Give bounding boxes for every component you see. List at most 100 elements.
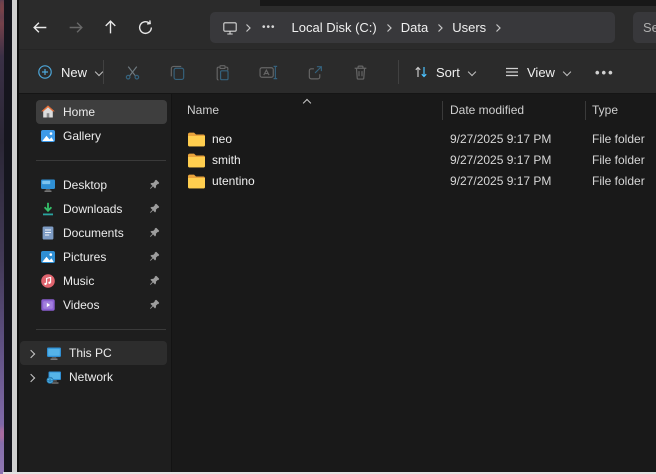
sort-button-label: Sort — [436, 65, 460, 80]
sidebar-item-documents[interactable]: Documents — [36, 221, 167, 245]
gallery-icon — [40, 128, 56, 144]
file-row-neo[interactable]: neo 9/27/2025 9:17 PM File folder — [172, 129, 656, 150]
sidebar-item-label: Desktop — [63, 178, 107, 192]
folder-icon — [188, 174, 205, 189]
pin-icon — [148, 227, 160, 239]
chevron-right-icon[interactable] — [27, 373, 36, 382]
column-header-type[interactable]: Type — [592, 103, 618, 117]
toolbar-divider — [103, 60, 104, 84]
sidebar-item-label: Gallery — [63, 129, 101, 143]
home-icon — [40, 104, 56, 120]
up-button[interactable] — [93, 11, 128, 43]
paste-button[interactable] — [206, 56, 238, 88]
sidebar-item-label: Music — [63, 274, 94, 288]
sidebar-item-label: Downloads — [63, 202, 122, 216]
breadcrumb-item-data[interactable]: Data — [399, 20, 430, 35]
sidebar-item-label: Documents — [63, 226, 124, 240]
search-input[interactable] — [643, 20, 656, 35]
refresh-button[interactable] — [128, 11, 163, 43]
back-arrow-icon — [32, 19, 49, 36]
new-button[interactable]: New — [27, 56, 113, 88]
file-type: File folder — [592, 153, 645, 167]
documents-icon — [40, 225, 56, 241]
toolbar-divider — [398, 60, 399, 84]
sidebar-item-desktop[interactable]: Desktop — [36, 173, 167, 197]
file-explorer-window: ••• Local Disk (C:) Data Users New — [0, 0, 656, 474]
chevron-down-icon — [562, 68, 571, 77]
file-type: File folder — [592, 174, 645, 188]
view-button-label: View — [527, 65, 555, 80]
sort-button[interactable]: Sort — [405, 56, 484, 88]
forward-button[interactable] — [58, 11, 93, 43]
folder-icon — [188, 132, 205, 147]
file-row-smith[interactable]: smith 9/27/2025 9:17 PM File folder — [172, 150, 656, 171]
breadcrumb-chevron-icon[interactable] — [430, 23, 450, 33]
view-list-icon — [504, 64, 520, 80]
chevron-down-icon — [94, 68, 103, 77]
music-icon — [40, 273, 56, 289]
rename-icon — [259, 64, 278, 81]
copy-button[interactable] — [161, 56, 193, 88]
sidebar-item-pictures[interactable]: Pictures — [36, 245, 167, 269]
chevron-right-icon[interactable] — [27, 349, 36, 358]
sidebar-item-this-pc[interactable]: This PC — [20, 341, 167, 365]
this-pc-icon — [46, 345, 62, 361]
sidebar-item-label: Pictures — [63, 250, 106, 264]
sort-ascending-icon — [303, 98, 312, 105]
pin-icon — [148, 203, 160, 215]
command-bar: New Sort View — [19, 49, 656, 94]
file-type: File folder — [592, 132, 645, 146]
paste-icon — [214, 64, 231, 81]
column-resize-handle[interactable] — [442, 101, 443, 120]
column-header-name[interactable]: Name — [187, 103, 219, 117]
sidebar-divider — [36, 160, 166, 161]
address-bar[interactable]: ••• Local Disk (C:) Data Users — [210, 12, 615, 43]
downloads-icon — [40, 201, 56, 217]
file-name: smith — [212, 153, 241, 167]
trash-icon — [352, 64, 369, 81]
sidebar-item-home[interactable]: Home — [36, 100, 167, 124]
refresh-icon — [137, 19, 154, 36]
sidebar-item-label: Home — [63, 105, 95, 119]
pin-icon — [148, 251, 160, 263]
column-resize-handle[interactable] — [585, 101, 586, 120]
breadcrumb-chevron-icon[interactable] — [379, 23, 399, 33]
chevron-down-icon — [467, 68, 476, 77]
pin-icon — [148, 299, 160, 311]
breadcrumb-chevron-icon[interactable] — [488, 23, 508, 33]
file-list-pane: Name Date modified Type neo 9/27/2025 9:… — [172, 94, 656, 472]
delete-button[interactable] — [344, 56, 376, 88]
pictures-icon — [40, 249, 56, 265]
forward-arrow-icon — [67, 19, 84, 36]
share-button[interactable] — [299, 56, 331, 88]
breadcrumb-item-drive[interactable]: Local Disk (C:) — [290, 20, 379, 35]
cut-icon — [124, 64, 141, 81]
file-date-modified: 9/27/2025 9:17 PM — [450, 174, 551, 188]
breadcrumb-item-users[interactable]: Users — [450, 20, 488, 35]
file-row-utentino[interactable]: utentino 9/27/2025 9:17 PM File folder — [172, 171, 656, 192]
videos-icon — [40, 297, 56, 313]
view-button[interactable]: View — [496, 56, 579, 88]
sidebar-item-downloads[interactable]: Downloads — [36, 197, 167, 221]
folder-icon — [188, 153, 205, 168]
sidebar-item-network[interactable]: Network — [20, 365, 167, 389]
rename-button[interactable] — [252, 56, 284, 88]
sidebar-item-videos[interactable]: Videos — [36, 293, 167, 317]
pin-icon — [148, 275, 160, 287]
sidebar-item-music[interactable]: Music — [36, 269, 167, 293]
search-box[interactable] — [633, 12, 656, 43]
cut-button[interactable] — [116, 56, 148, 88]
pin-icon — [148, 179, 160, 191]
more-options-button[interactable]: ••• — [585, 56, 625, 88]
this-pc-icon[interactable] — [222, 20, 238, 36]
breadcrumb-ellipsis[interactable]: ••• — [258, 22, 280, 33]
sidebar-divider — [36, 329, 166, 330]
share-icon — [307, 64, 324, 81]
back-button[interactable] — [23, 11, 58, 43]
new-button-label: New — [61, 65, 87, 80]
column-header-date-modified[interactable]: Date modified — [450, 103, 524, 117]
up-arrow-icon — [102, 19, 119, 36]
sidebar-item-label: Network — [69, 370, 113, 384]
sidebar-item-gallery[interactable]: Gallery — [36, 124, 167, 148]
file-name: neo — [212, 132, 232, 146]
